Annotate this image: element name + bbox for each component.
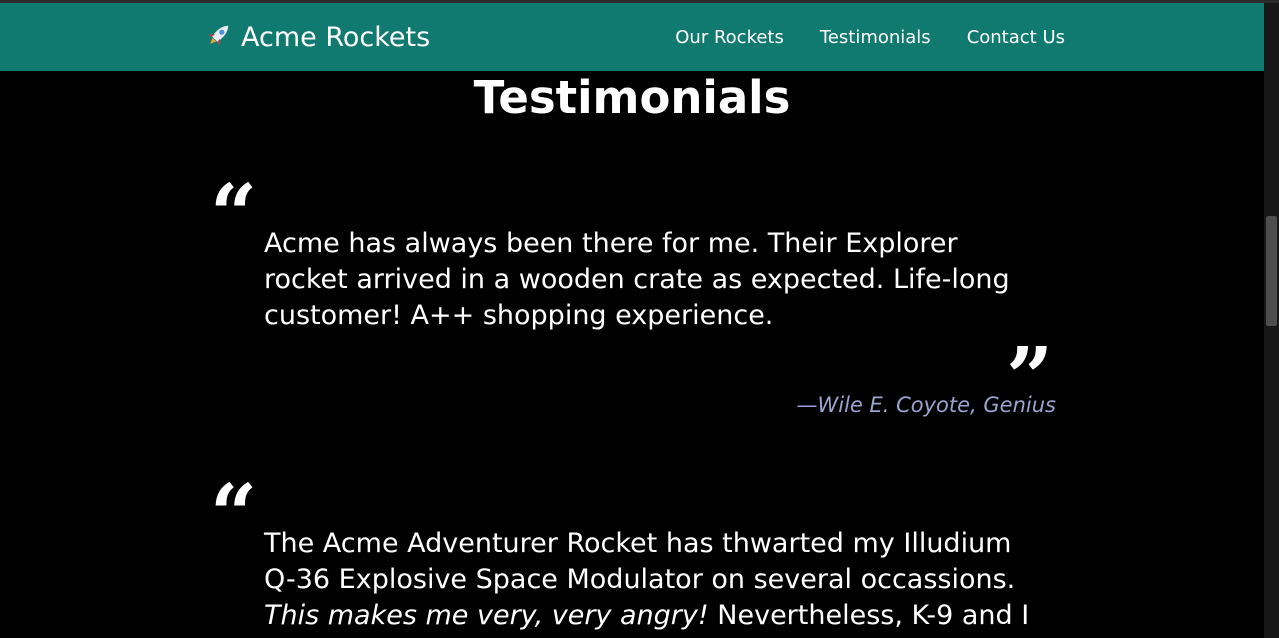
nav-link-testimonials[interactable]: Testimonials [820, 27, 931, 48]
page-title: Testimonials [473, 71, 791, 124]
page-viewport: Acme Rockets Our Rockets Testimonials Co… [0, 0, 1264, 638]
open-quote-icon: “ [210, 167, 258, 263]
navbar: Acme Rockets Our Rockets Testimonials Co… [0, 3, 1264, 71]
nav-link-our-rockets[interactable]: Our Rockets [675, 27, 784, 48]
brand-label: Acme Rockets [241, 21, 431, 53]
scrollbar-thumb[interactable] [1266, 216, 1277, 326]
open-quote-icon: “ [210, 467, 258, 563]
testimonial-2-text: The Acme Adventurer Rocket has thwarted … [264, 526, 1034, 634]
brand-link[interactable]: Acme Rockets [204, 19, 430, 55]
testimonial-1-text: Acme has always been there for me. Their… [264, 228, 1010, 331]
rocket-icon [204, 20, 234, 54]
nav-link-contact-us[interactable]: Contact Us [967, 27, 1065, 48]
testimonial-2-emphasis: This makes me very, very angry! [264, 600, 709, 631]
testimonial-2-text-part-1: The Acme Adventurer Rocket has thwarted … [264, 528, 1016, 595]
testimonial-2-text-part-2: Nevertheless, K-9 and I [717, 600, 1030, 631]
nav-links: Our Rockets Testimonials Contact Us [675, 27, 1065, 48]
window-top-border [0, 0, 1279, 3]
testimonial-1-attribution: —Wile E. Coyote, Genius [796, 393, 1056, 417]
